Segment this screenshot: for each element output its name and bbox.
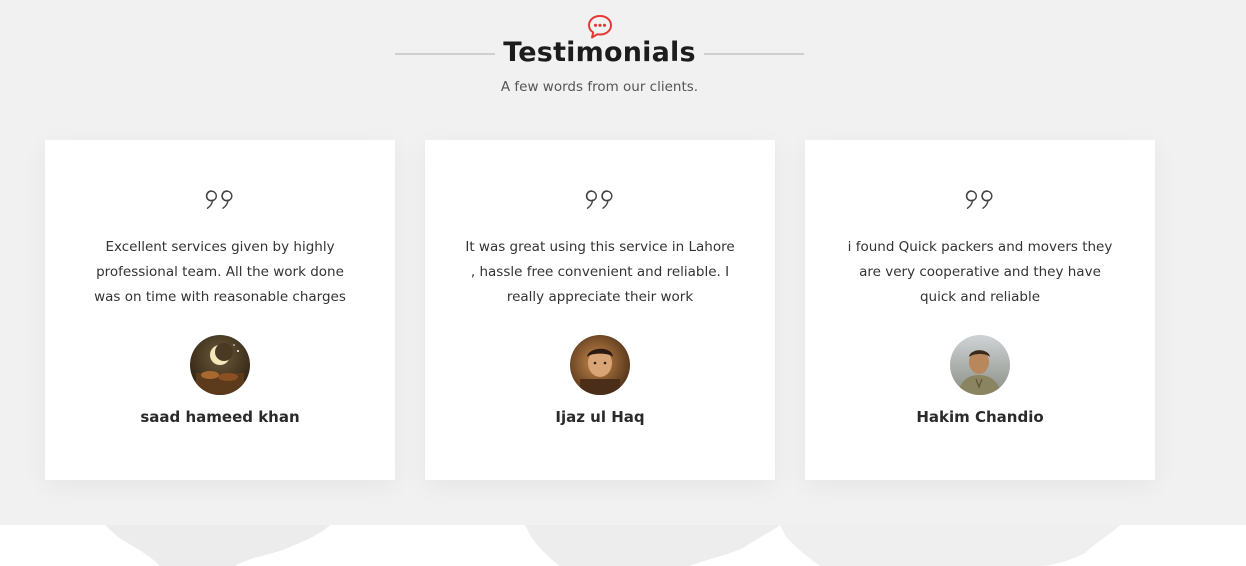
testimonial-cards: Excellent services given by highly profe…	[45, 140, 1155, 480]
section-header: Testimonials A few words from our client…	[395, 14, 804, 104]
testimonial-text: Excellent services given by highly profe…	[94, 239, 346, 305]
client-name: saad hameed khan	[140, 408, 300, 426]
quote-icon	[965, 190, 993, 209]
title-divider-right	[704, 53, 804, 55]
avatar	[570, 335, 630, 395]
world-map-background	[105, 525, 1120, 566]
avatar-man-portrait-image	[570, 335, 630, 395]
client-name: Ijaz ul Haq	[555, 408, 645, 426]
quote-icon	[205, 190, 233, 209]
quote-icon	[585, 190, 613, 209]
title-row: Testimonials	[395, 34, 804, 72]
testimonial-card: Excellent services given by highly profe…	[45, 140, 395, 480]
client-name: Hakim Chandio	[916, 408, 1044, 426]
avatar-crescent-moon-image	[190, 335, 250, 395]
testimonial-card: It was great using this service in Lahor…	[425, 140, 775, 480]
testimonial-text: It was great using this service in Lahor…	[465, 239, 735, 305]
testimonials-section: Testimonials A few words from our client…	[0, 0, 1246, 525]
avatar-man-outdoor-image	[950, 335, 1010, 395]
avatar	[190, 335, 250, 395]
testimonial-card: i found Quick packers and movers they ar…	[805, 140, 1155, 480]
avatar	[950, 335, 1010, 395]
testimonial-text: i found Quick packers and movers they ar…	[847, 239, 1113, 305]
section-subtitle: A few words from our clients.	[500, 79, 699, 95]
